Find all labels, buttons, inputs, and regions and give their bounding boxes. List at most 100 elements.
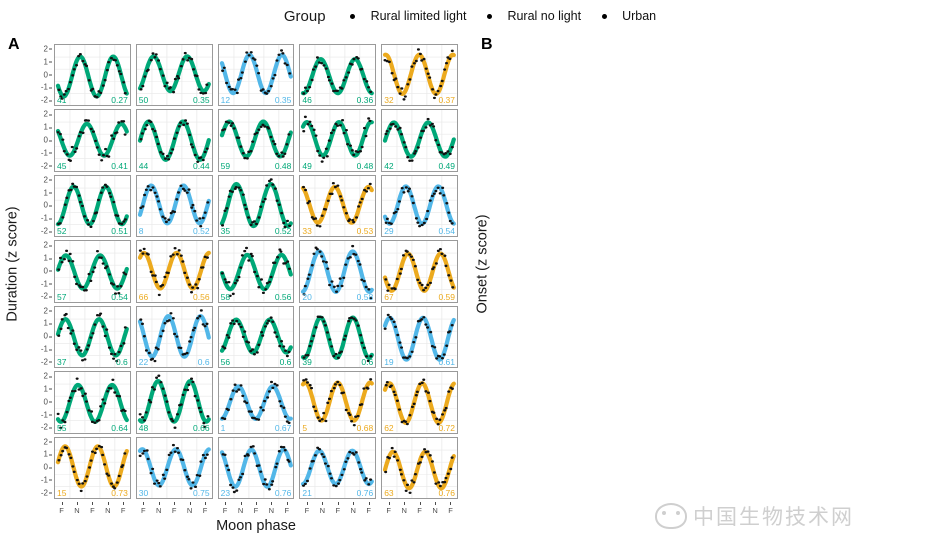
facet-id-label: 67 xyxy=(384,291,394,302)
facet-plot: 21 0.76 xyxy=(299,436,377,499)
facet-value-label: 0.54 xyxy=(438,226,455,237)
y-tick-group: 2 1 0 -1 -2 xyxy=(20,44,53,106)
facet-plot: 5 0.68 xyxy=(299,371,377,434)
facet-id-label: 58 xyxy=(220,291,231,302)
legend: Group Rural limited light Rural no light… xyxy=(0,2,940,30)
facet-value-label: 0.48 xyxy=(356,160,374,171)
x-tick-label: N xyxy=(269,502,274,515)
facet-plot: 57 0.54 xyxy=(54,240,131,303)
y-tick-label: -2 xyxy=(40,357,53,367)
facet-id-label: 44 xyxy=(138,160,149,171)
facet-value-label: 0.52 xyxy=(274,226,292,237)
y-tick-label: -1 xyxy=(40,475,53,485)
x-tick-label: F xyxy=(59,502,64,515)
facet-id-label: 50 xyxy=(138,95,149,106)
legend-title: Group xyxy=(283,7,326,25)
facet-plot: 12 0.35 xyxy=(217,44,295,107)
x-tick-label: F xyxy=(203,502,207,515)
facet-id-label: 49 xyxy=(302,160,312,171)
y-tick-label: 2 xyxy=(43,44,53,54)
x-tick-label: N xyxy=(350,502,356,515)
facet-plot: 59 0.48 xyxy=(217,109,295,172)
y-tick-label: 0 xyxy=(43,135,53,145)
facet-value-label: 0.53 xyxy=(356,226,374,237)
x-tick-label: F xyxy=(141,502,146,515)
facet-value-label: 0.54 xyxy=(111,291,128,302)
facet-plot: 52 0.51 xyxy=(54,174,131,238)
x-tick-label: F xyxy=(121,502,126,515)
x-tick-group: FNFNF xyxy=(218,502,295,516)
x-tick-label: N xyxy=(105,502,111,515)
x-tick-label: N xyxy=(156,502,161,515)
facet-id-label: 62 xyxy=(384,422,394,433)
facet-value-label: 0.37 xyxy=(438,95,455,106)
facet-id-label: 39 xyxy=(302,357,312,368)
y-tick-label: -1 xyxy=(40,148,53,158)
x-tick-label: F xyxy=(366,502,371,515)
facet-id-label: 8 xyxy=(138,226,144,237)
y-tick-label: -2 xyxy=(40,291,53,301)
facet-value-label: 0.76 xyxy=(438,487,455,498)
facet-value-label: 0.51 xyxy=(111,226,128,237)
x-tick-label: F xyxy=(254,502,258,515)
facet-value-label: 0.59 xyxy=(438,291,455,302)
facet-id-label: 56 xyxy=(220,357,231,368)
y-tick-group: 2 1 0 -1 -2 xyxy=(20,240,53,302)
facet-plot: 33 0.53 xyxy=(299,174,377,238)
facet-id-label: 45 xyxy=(57,160,67,171)
facet-id-label: 66 xyxy=(138,291,149,302)
facet-id-label: 21 xyxy=(302,487,312,498)
y-tick-label: 1 xyxy=(43,122,53,132)
facet-value-label: 0.64 xyxy=(111,422,128,433)
x-tick-label: F xyxy=(285,502,289,515)
y-tick-label: 0 xyxy=(43,397,53,407)
facet-plot: 44 0.44 xyxy=(135,109,213,172)
facet-id-label: 29 xyxy=(384,226,394,237)
facet-plot: 29 0.54 xyxy=(381,174,458,238)
facet-plot: 23 0.76 xyxy=(217,436,295,499)
facet-value-label: 0.72 xyxy=(438,422,455,433)
facet-value-label: 0.61 xyxy=(438,357,455,368)
x-tick-label: F xyxy=(90,502,95,515)
x-tick-label: N xyxy=(320,502,325,515)
x-tick-label: F xyxy=(386,502,391,515)
x-tick-group: FNFNF xyxy=(136,502,213,516)
legend-label-rural-no-light: Rural no light xyxy=(507,9,582,23)
y-tick-label: 1 xyxy=(43,449,53,459)
y-tick-label: 1 xyxy=(43,384,53,394)
y-tick-group: 2 1 0 -1 -2 xyxy=(20,306,53,368)
panel-a-duration: Duration (z score) 2 1 0 -1 -2 2 1 0 -1 -2 2 1 0 -1 -2… xyxy=(0,44,470,541)
y-tick-label: -1 xyxy=(40,82,53,92)
y-tick-label: 2 xyxy=(43,306,53,316)
y-tick-group: 2 1 0 -1 -2 xyxy=(20,175,53,237)
facet-value-label: 0.6 xyxy=(115,357,128,368)
facet-id-label: 52 xyxy=(57,226,67,237)
legend-label-rural-limited-light: Rural limited light xyxy=(370,9,467,23)
x-tick-group: FNFNF xyxy=(381,502,458,516)
facet-plot: 39 0.6 xyxy=(299,305,377,369)
facet-id-label: 15 xyxy=(57,487,67,498)
y-tick-group: 2 1 0 -1 -2 xyxy=(20,437,53,499)
facet-value-label: 0.6 xyxy=(279,357,292,368)
x-tick-label: F xyxy=(417,502,422,515)
facet-value-label: 0.76 xyxy=(356,487,374,498)
y-tick-label: 0 xyxy=(43,462,53,472)
facet-id-label: 5 xyxy=(302,422,308,433)
y-tick-label: 1 xyxy=(43,57,53,67)
y-tick-label: -2 xyxy=(40,161,53,171)
facet-id-label: 22 xyxy=(138,357,149,368)
facet-plot: 41 0.27 xyxy=(54,44,131,107)
facet-value-label: 0.27 xyxy=(111,95,128,106)
facet-value-label: 0.44 xyxy=(193,160,210,171)
facet-plot: 67 0.59 xyxy=(381,240,458,303)
facet-value-label: 0.56 xyxy=(193,291,210,302)
facet-value-label: 0.35 xyxy=(193,95,210,106)
facet-id-label: 59 xyxy=(220,160,231,171)
y-tick-label: -2 xyxy=(40,95,53,105)
y-tick-label: -1 xyxy=(40,279,53,289)
facet-plot: 19 0.61 xyxy=(381,305,458,369)
facet-value-label: 0.66 xyxy=(193,422,210,433)
x-tick-label: F xyxy=(335,502,340,515)
facet-plot: 22 0.6 xyxy=(135,305,213,369)
facet-plot: 58 0.56 xyxy=(217,240,295,303)
